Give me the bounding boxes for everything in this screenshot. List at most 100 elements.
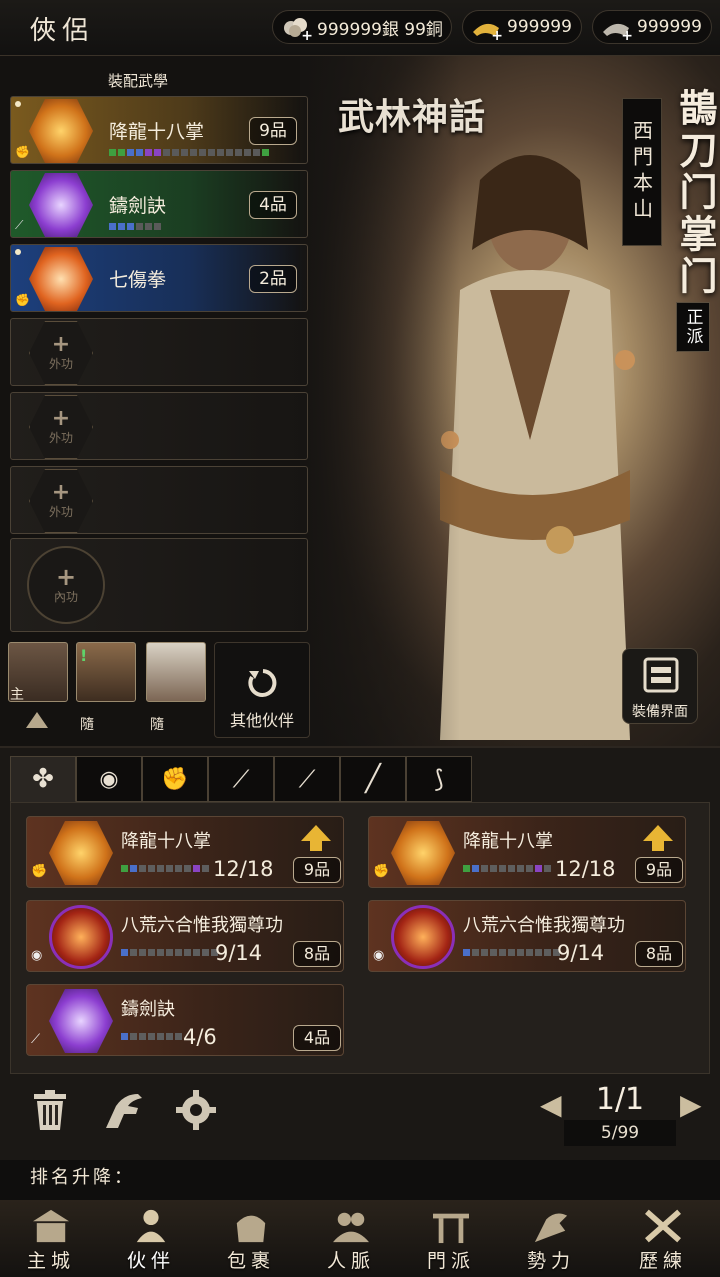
silver-coins-icon	[281, 16, 313, 44]
sect-gate-icon	[433, 1213, 469, 1244]
inventory-item[interactable]: ◉ 八荒六合惟我獨尊功 9/14 8品	[368, 900, 686, 972]
item-count: 4/6	[183, 1025, 217, 1049]
tab-inner[interactable]: ◉	[76, 756, 142, 802]
main-tag: 主	[10, 687, 24, 703]
equipped-skills-heading: 裝配武學	[108, 72, 169, 90]
nav-power[interactable]: 勢力	[504, 1208, 598, 1277]
gear-icon[interactable]	[174, 1088, 218, 1132]
sword-icon: ⟋	[15, 218, 24, 232]
hand-icon[interactable]	[102, 1088, 146, 1132]
companion-icon	[136, 1209, 166, 1243]
skill-grade: 4品	[249, 191, 297, 219]
palm-icon: ✊	[373, 864, 390, 879]
contacts-icon	[333, 1212, 369, 1243]
item-grade: 9品	[293, 857, 341, 883]
nav-contacts[interactable]: 人脈	[304, 1208, 398, 1277]
silver-currency[interactable]: 999999銀 99銅	[272, 10, 452, 44]
tab-whip[interactable]: ⟆	[406, 756, 472, 802]
tab-all[interactable]: ✤	[10, 756, 76, 802]
dragon-palm-icon	[29, 99, 93, 163]
gold-ingot-icon	[471, 16, 503, 44]
supreme-art-icon	[391, 905, 455, 969]
game-logo: 武林神話	[338, 96, 487, 138]
inventory-item[interactable]: ✊ 降龍十八掌 12/18 9品	[368, 816, 686, 888]
nav-sect[interactable]: 門派	[404, 1208, 498, 1277]
skill-name: 鑄劍訣	[109, 195, 167, 217]
item-count: 12/18	[555, 857, 616, 881]
sword-icon: ⟋	[31, 1032, 41, 1047]
item-grade: 4品	[293, 1025, 341, 1051]
empty-outer-slot[interactable]: + 外功	[10, 392, 308, 460]
hero-rank: 鵲刀门掌门	[673, 88, 718, 298]
ranking-label: 排名升降：	[30, 1167, 135, 1188]
inventory-item[interactable]: ⟋ 鑄劍訣 4/6 4品	[26, 984, 344, 1056]
skill-slot-2[interactable]: ⟋ 鑄劍訣 4品	[10, 170, 308, 238]
palm-icon: ✊	[31, 864, 48, 879]
add-inner-skill-icon: + 內功	[27, 546, 105, 624]
item-count: 12/18	[213, 857, 274, 881]
item-count: 9/14	[215, 941, 263, 965]
location-label: 西門本山	[622, 98, 662, 246]
staff-icon: ╱	[365, 764, 381, 794]
sword-icon: ⟋	[232, 765, 250, 793]
crossed-swords-icon	[645, 1209, 681, 1243]
panda-portrait[interactable]	[146, 642, 206, 702]
item-progress	[121, 1033, 182, 1040]
trash-icon[interactable]	[28, 1088, 72, 1132]
item-grade: 8品	[635, 941, 683, 967]
empty-outer-slot[interactable]: + 外功	[10, 318, 308, 386]
inventory-capacity: 5/99	[564, 1120, 676, 1146]
prev-page-icon[interactable]: ◀	[540, 1090, 562, 1120]
item-name: 降龍十八掌	[121, 831, 211, 852]
nav-bag[interactable]: 包裹	[204, 1208, 298, 1277]
nav-main-city[interactable]: 主城	[4, 1208, 98, 1277]
all-icon: ✤	[32, 764, 54, 794]
add-outer-skill-icon: + 外功	[29, 321, 93, 385]
equipment-screen-button[interactable]: 裝備界面	[622, 648, 698, 724]
item-grade: 9品	[635, 857, 683, 883]
supreme-art-icon	[49, 905, 113, 969]
blade-icon: ⟋	[298, 765, 316, 793]
tab-blade[interactable]: ⟋	[274, 756, 340, 802]
nav-training[interactable]: 歷練	[616, 1208, 710, 1277]
item-grade: 8品	[293, 941, 341, 967]
equipment-icon	[643, 657, 679, 693]
city-icon	[33, 1209, 69, 1243]
skill-slot-3[interactable]: ✊ 七傷拳 2品	[10, 244, 308, 312]
inner-skill-slot[interactable]: + 內功	[10, 538, 308, 632]
ingot-currency[interactable]: 999999	[592, 10, 712, 44]
inventory-item[interactable]: ✊ 降龍十八掌 12/18 9品	[26, 816, 344, 888]
filter-tabs: ✤ ◉ ✊ ⟋ ⟋ ╱ ⟆	[10, 756, 472, 802]
add-outer-skill-icon: + 外功	[29, 395, 93, 459]
skill-name: 降龍十八掌	[109, 121, 205, 143]
item-progress	[121, 949, 218, 956]
fist-skill-icon	[29, 247, 93, 311]
item-name: 降龍十八掌	[463, 831, 553, 852]
pagination: ◀ 1/1 ▶ 5/99	[540, 1080, 702, 1150]
follower-tag: 隨	[80, 717, 94, 733]
item-name: 八荒六合惟我獨尊功	[121, 915, 283, 936]
upgrade-arrow-icon	[643, 825, 673, 851]
next-page-icon[interactable]: ▶	[680, 1090, 702, 1120]
fist-icon: ✊	[161, 766, 189, 792]
nav-companion[interactable]: 伙伴	[104, 1208, 198, 1277]
item-progress	[463, 865, 551, 872]
palm-icon: ✊	[15, 145, 30, 159]
inner-icon: ◉	[99, 766, 119, 792]
skill-name: 七傷拳	[109, 269, 167, 291]
tab-staff[interactable]: ╱	[340, 756, 406, 802]
sword-forging-icon	[49, 989, 113, 1053]
silver-ingot-icon	[601, 16, 633, 44]
tab-sword[interactable]: ⟋	[208, 756, 274, 802]
skill-grade: 2品	[249, 265, 297, 293]
equipment-screen-label: 裝備界面	[632, 704, 688, 720]
skill-slot-1[interactable]: ✊ 降龍十八掌 9品	[10, 96, 308, 164]
fist-icon: ✊	[15, 293, 30, 307]
item-progress	[121, 865, 209, 872]
dragon-palm-icon	[391, 821, 455, 885]
empty-outer-slot[interactable]: + 外功	[10, 466, 308, 534]
other-companions-button[interactable]: 其他伙伴	[214, 642, 310, 738]
inventory-item[interactable]: ◉ 八荒六合惟我獨尊功 9/14 8品	[26, 900, 344, 972]
tab-fist[interactable]: ✊	[142, 756, 208, 802]
gold-currency[interactable]: 999999	[462, 10, 582, 44]
